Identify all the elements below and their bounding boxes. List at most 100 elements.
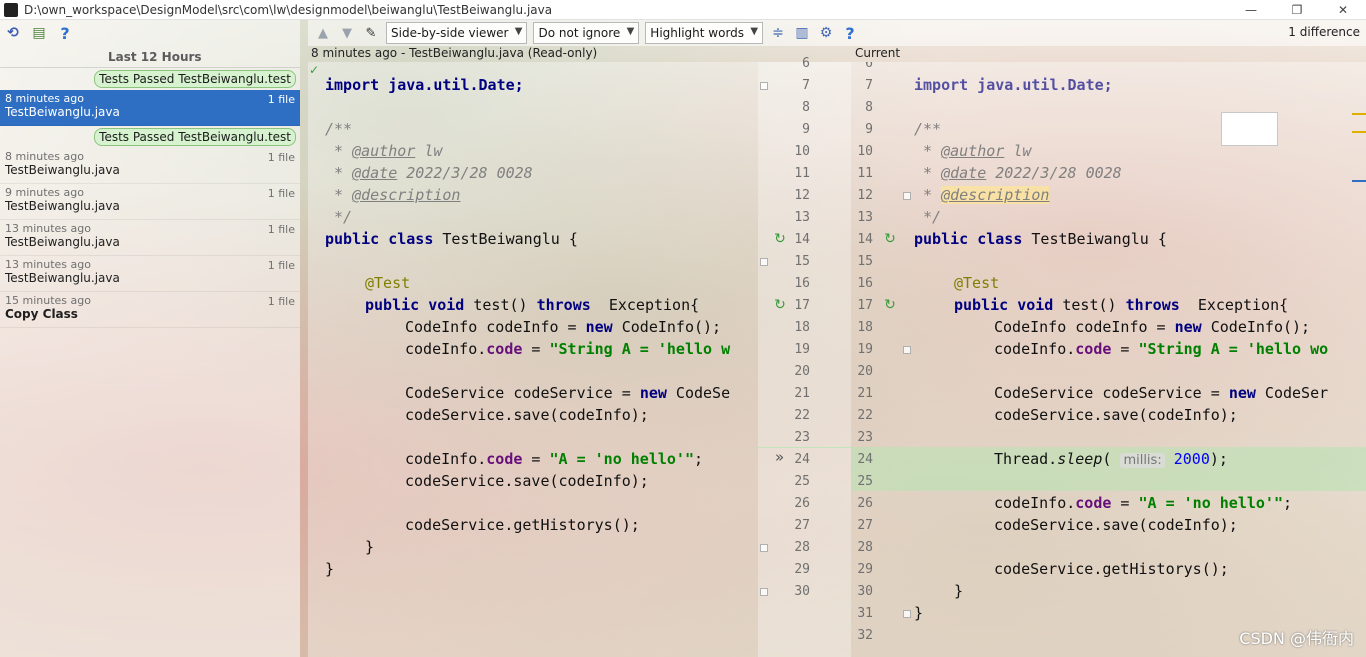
revision-row[interactable]: 8 minutes ago 1 file TestBeiwanglu.java <box>0 148 300 184</box>
line-number: 29 <box>794 562 810 577</box>
history-label-row: Tests Passed TestBeiwanglu.test <box>0 126 300 148</box>
code-text: ( <box>1102 450 1121 468</box>
line-number: 18 <box>794 320 810 335</box>
code-text: = <box>1111 494 1139 512</box>
revision-time: 13 minutes ago <box>5 258 91 271</box>
help-icon[interactable]: ? <box>56 24 74 43</box>
fold-icon[interactable] <box>760 588 768 596</box>
code-line: /** <box>914 120 942 138</box>
revision-name: TestBeiwanglu.java <box>5 163 120 177</box>
revision-row[interactable]: 13 minutes ago 1 file TestBeiwanglu.java <box>0 256 300 292</box>
fold-icon[interactable] <box>760 82 768 90</box>
code-line: * @description <box>325 186 461 204</box>
code-line: * @description <box>914 186 1050 204</box>
keyword: new <box>1174 318 1202 336</box>
code-text: CodeService codeService = <box>405 384 640 402</box>
code-line: codeService.save(codeInfo); <box>405 406 649 424</box>
run-test-icon[interactable]: ↻ <box>882 297 898 313</box>
line-number: 11 <box>794 166 810 181</box>
chevron-down-icon: ▼ <box>626 26 635 37</box>
line-number: 24 <box>857 452 873 467</box>
run-test-icon[interactable]: ↻ <box>882 231 898 247</box>
left-editor-pane[interactable]: import java.util.Date; /** * @author lw … <box>308 62 758 657</box>
line-number: 8 <box>802 100 810 115</box>
code-text: CodeInfo codeInfo = <box>994 318 1175 336</box>
revision-time: 15 minutes ago <box>5 294 91 307</box>
line-number: 7 <box>802 78 810 93</box>
line-number: 20 <box>857 364 873 379</box>
fold-icon[interactable] <box>760 258 768 266</box>
revision-row[interactable]: 9 minutes ago 1 file TestBeiwanglu.java <box>0 184 300 220</box>
line-number: 17 <box>857 298 873 313</box>
line-number: 7 <box>865 78 873 93</box>
gear-icon[interactable]: ⚙ <box>817 24 835 42</box>
ignore-whitespace-select[interactable]: Do not ignore ▼ <box>533 22 640 44</box>
code-line: * @author lw <box>325 142 443 160</box>
line-number: 28 <box>794 540 810 555</box>
line-number: 16 <box>857 276 873 291</box>
code-text: CodeInfo codeInfo = <box>405 318 586 336</box>
line-number: 21 <box>857 386 873 401</box>
code-line: codeInfo.code = "String A = 'hello wo <box>994 338 1328 360</box>
code-text: codeInfo. <box>405 450 487 468</box>
edit-source-icon[interactable]: ✎ <box>362 24 380 42</box>
fold-icon[interactable] <box>903 346 911 354</box>
code-text: CodeInfo(); <box>612 318 722 336</box>
line-number: 18 <box>857 320 873 335</box>
code-line: */ <box>325 208 353 226</box>
line-number: 8 <box>865 100 873 115</box>
next-diff-icon[interactable]: ▼ <box>338 24 356 42</box>
run-test-icon[interactable]: ↻ <box>772 231 788 247</box>
close-button[interactable]: ✕ <box>1320 0 1366 20</box>
doc-tag: @date <box>941 164 987 182</box>
run-test-icon[interactable]: ↻ <box>772 297 788 313</box>
fold-icon[interactable] <box>903 610 911 618</box>
keyword: new <box>1228 384 1256 402</box>
code-line: CodeService codeService = new CodeSer <box>994 382 1328 404</box>
field: code <box>486 450 523 468</box>
viewer-mode-select[interactable]: Side-by-side viewer ▼ <box>386 22 528 44</box>
code-text: codeInfo. <box>405 340 487 358</box>
sync-scroll-icon[interactable]: ▥ <box>793 24 811 42</box>
code-line: * @date 2022/3/28 0028 <box>325 164 533 182</box>
code-line: codeService.save(codeInfo); <box>994 406 1238 424</box>
revert-icon[interactable]: ⟲ <box>4 24 22 42</box>
window-titlebar: D:\own_workspace\DesignModel\src\com\lw\… <box>0 0 1366 20</box>
diff-divider-gutter: 6 7 8 9 10 11 12 13 14 15 16 17 18 19 20… <box>758 56 851 657</box>
highlight-mode-value: Highlight words <box>650 26 745 40</box>
line-number: 27 <box>857 518 873 533</box>
line-number: 23 <box>857 430 873 445</box>
apply-change-icon[interactable]: » <box>775 448 784 466</box>
patch-icon[interactable]: ▤ <box>30 24 48 42</box>
code-line: CodeInfo codeInfo = new CodeInfo(); <box>994 316 1310 338</box>
scrollbar-thumb[interactable] <box>1352 180 1366 182</box>
fold-icon[interactable] <box>760 544 768 552</box>
line-number: 22 <box>857 408 873 423</box>
line-number: 31 <box>857 606 873 621</box>
code-line: } <box>325 560 335 578</box>
help-icon[interactable]: ? <box>841 24 859 43</box>
revision-row[interactable]: 13 minutes ago 1 file TestBeiwanglu.java <box>0 220 300 256</box>
line-number: 24 <box>794 452 810 467</box>
keyword: new <box>639 384 667 402</box>
fold-icon[interactable] <box>903 192 911 200</box>
code-line: CodeService codeService = new CodeSe <box>405 382 730 404</box>
prev-diff-icon[interactable]: ▲ <box>314 24 332 42</box>
revision-files: 1 file <box>267 223 295 236</box>
scroll-marker <box>1352 131 1366 133</box>
line-number: 15 <box>794 254 810 269</box>
line-number: 9 <box>802 122 810 137</box>
line-number: 10 <box>857 144 873 159</box>
keyword: new <box>585 318 613 336</box>
revision-row[interactable]: 8 minutes ago 1 file TestBeiwanglu.java <box>0 90 300 126</box>
maximize-button[interactable]: ❐ <box>1274 0 1320 20</box>
code-line: } <box>954 582 964 600</box>
collapse-unchanged-icon[interactable]: ≑ <box>769 24 787 42</box>
highlight-mode-select[interactable]: Highlight words ▼ <box>645 22 764 44</box>
history-label-row: Tests Passed TestBeiwanglu.test <box>0 68 300 90</box>
code-text: CodeInfo(); <box>1201 318 1311 336</box>
right-editor-pane[interactable]: 6 7 8 9 10 11 12 13 14 15 16 17 18 19 20… <box>851 62 1366 657</box>
minimize-button[interactable]: — <box>1228 0 1274 20</box>
line-number: 26 <box>857 496 873 511</box>
revision-row[interactable]: 15 minutes ago 1 file Copy Class <box>0 292 300 328</box>
